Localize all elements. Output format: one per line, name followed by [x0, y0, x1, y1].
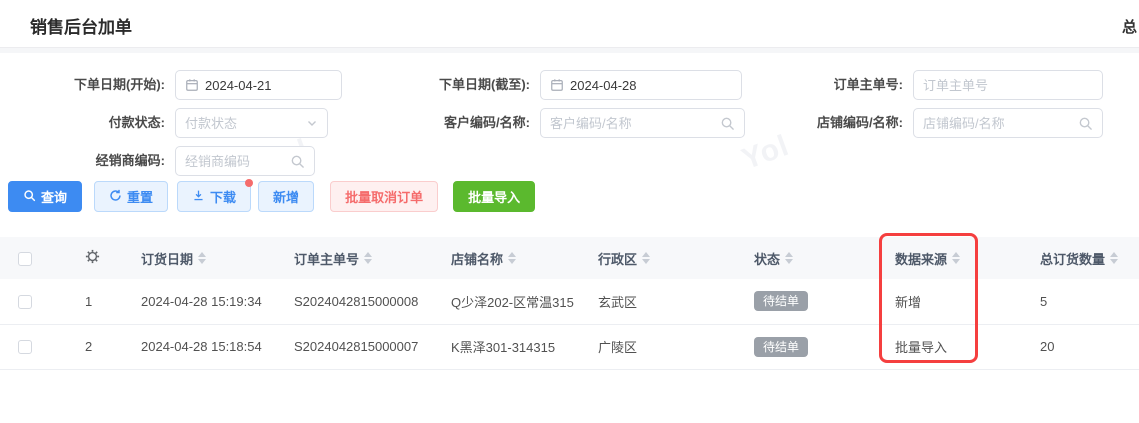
- dealer-input[interactable]: [175, 146, 315, 176]
- order-no-field[interactable]: [923, 77, 1093, 93]
- sort-control[interactable]: [785, 252, 794, 264]
- date-end-field[interactable]: [570, 77, 732, 93]
- corner-truncated-text: 总: [1122, 19, 1138, 36]
- filter-date-end-label: 下单日期(截至):: [439, 77, 530, 92]
- cell-order-no: S2024042815000008: [294, 293, 419, 309]
- dealer-field[interactable]: [185, 153, 284, 169]
- status-badge: 待结单: [754, 336, 809, 357]
- table-row: 1 2024-04-28 15:19:34 S2024042815000008 …: [0, 279, 1139, 324]
- filter-date-end: 下单日期(截至):: [380, 70, 750, 108]
- notification-dot: [245, 179, 254, 187]
- sort-control[interactable]: [642, 252, 651, 264]
- filter-customer-label: 客户编码/名称:: [444, 115, 530, 130]
- reset-button-label: 重置: [127, 190, 154, 205]
- cell-district: 玄武区: [598, 294, 638, 310]
- calendar-icon: [550, 78, 564, 92]
- filter-date-start-label: 下单日期(开始):: [74, 77, 165, 92]
- table-header-row: 订货日期 订单主单号 店铺名称 行政区 状态 数据来源 总订货数量: [0, 237, 1139, 279]
- filter-date-start: 下单日期(开始):: [0, 70, 380, 108]
- date-start-input[interactable]: [175, 70, 342, 100]
- customer-input[interactable]: [540, 108, 745, 138]
- download-icon: [192, 189, 205, 205]
- cell-district: 广陵区: [598, 340, 638, 355]
- row-checkbox[interactable]: [18, 340, 32, 355]
- add-button[interactable]: 新增: [258, 181, 315, 212]
- filter-dealer-label: 经销商编码:: [95, 153, 165, 168]
- shop-field[interactable]: [923, 115, 1072, 131]
- filter-customer: 客户编码/名称:: [380, 108, 750, 146]
- shop-input[interactable]: [913, 108, 1103, 138]
- row-checkbox[interactable]: [18, 295, 32, 310]
- batch-cancel-button-label: 批量取消订单: [345, 190, 424, 205]
- cell-order-no: S2024042815000007: [294, 339, 419, 354]
- filter-form: 下单日期(开始): 下单日期(截至): 订单主单号:: [0, 70, 1139, 184]
- batch-cancel-button[interactable]: 批量取消订单: [330, 181, 439, 212]
- page-title: 销售后台加单: [30, 18, 132, 37]
- pay-status-select[interactable]: [175, 108, 328, 138]
- filter-order-no-label: 订单主单号:: [833, 77, 903, 92]
- table-row: 2 2024-04-28 15:18:54 S2024042815000007 …: [0, 324, 1139, 369]
- header-district: 行政区: [598, 251, 638, 267]
- header-source: 数据来源: [895, 251, 948, 267]
- column-settings-gear-icon[interactable]: [85, 249, 100, 267]
- filter-dealer: 经销商编码:: [0, 146, 380, 184]
- cell-source: 新增: [895, 294, 922, 310]
- reset-button[interactable]: 重置: [94, 181, 169, 212]
- row-index: 2: [85, 339, 93, 354]
- cell-store: K黑泽301-314315: [451, 340, 556, 355]
- refresh-icon: [109, 189, 122, 205]
- chevron-down-icon: [306, 117, 318, 129]
- cell-source: 批量导入: [895, 340, 948, 355]
- order-no-input[interactable]: [913, 70, 1103, 100]
- cell-qty: 20: [1040, 339, 1055, 354]
- search-icon: [1078, 116, 1093, 131]
- cell-qty: 5: [1040, 293, 1048, 309]
- customer-field[interactable]: [550, 115, 714, 131]
- search-icon: [290, 154, 305, 169]
- date-end-input[interactable]: [540, 70, 742, 100]
- toolbar: 查询 重置 下载 新增 批量取消订单 批量导入: [8, 179, 536, 212]
- select-all-checkbox[interactable]: [18, 251, 32, 266]
- title-divider: [0, 47, 1139, 53]
- download-button-label: 下载: [210, 190, 237, 205]
- query-button[interactable]: 查询: [8, 181, 83, 212]
- sort-control[interactable]: [508, 252, 517, 264]
- header-qty: 总订货数量: [1040, 251, 1106, 267]
- batch-import-button-label: 批量导入: [468, 190, 521, 205]
- sort-control[interactable]: [364, 252, 373, 264]
- filter-shop: 店铺编码/名称:: [750, 108, 1139, 146]
- download-button[interactable]: 下载: [177, 179, 254, 212]
- header-store: 店铺名称: [451, 251, 504, 267]
- page: 销售后台加单 总 Yol Yol 下单日期(开始): 下单日期(截至):: [0, 0, 1139, 423]
- cell-order-date: 2024-04-28 15:19:34: [141, 293, 262, 309]
- filter-order-no: 订单主单号:: [750, 70, 1139, 108]
- batch-import-button[interactable]: 批量导入: [453, 181, 536, 212]
- search-icon: [720, 116, 735, 131]
- sort-control[interactable]: [952, 252, 961, 264]
- search-icon: [23, 189, 36, 205]
- calendar-icon: [185, 78, 199, 92]
- header-order-date: 订货日期: [141, 251, 194, 267]
- row-index: 1: [85, 293, 93, 309]
- date-start-field[interactable]: [205, 77, 332, 93]
- status-badge: 待结单: [754, 291, 809, 312]
- header-order-no: 订单主单号: [294, 251, 360, 267]
- filter-pay-status: 付款状态:: [0, 108, 380, 146]
- add-button-label: 新增: [273, 190, 300, 205]
- pay-status-field[interactable]: [185, 115, 300, 131]
- filter-pay-status-label: 付款状态:: [108, 115, 165, 130]
- orders-table: 订货日期 订单主单号 店铺名称 行政区 状态 数据来源 总订货数量 1 2024…: [0, 237, 1139, 370]
- header-status: 状态: [754, 251, 781, 267]
- sort-control[interactable]: [1110, 252, 1119, 264]
- cell-order-date: 2024-04-28 15:18:54: [141, 339, 262, 354]
- filter-shop-label: 店铺编码/名称:: [817, 115, 903, 130]
- cell-store: Q少泽202-区常温315: [451, 294, 574, 310]
- sort-control[interactable]: [198, 252, 207, 264]
- query-button-label: 查询: [41, 190, 68, 205]
